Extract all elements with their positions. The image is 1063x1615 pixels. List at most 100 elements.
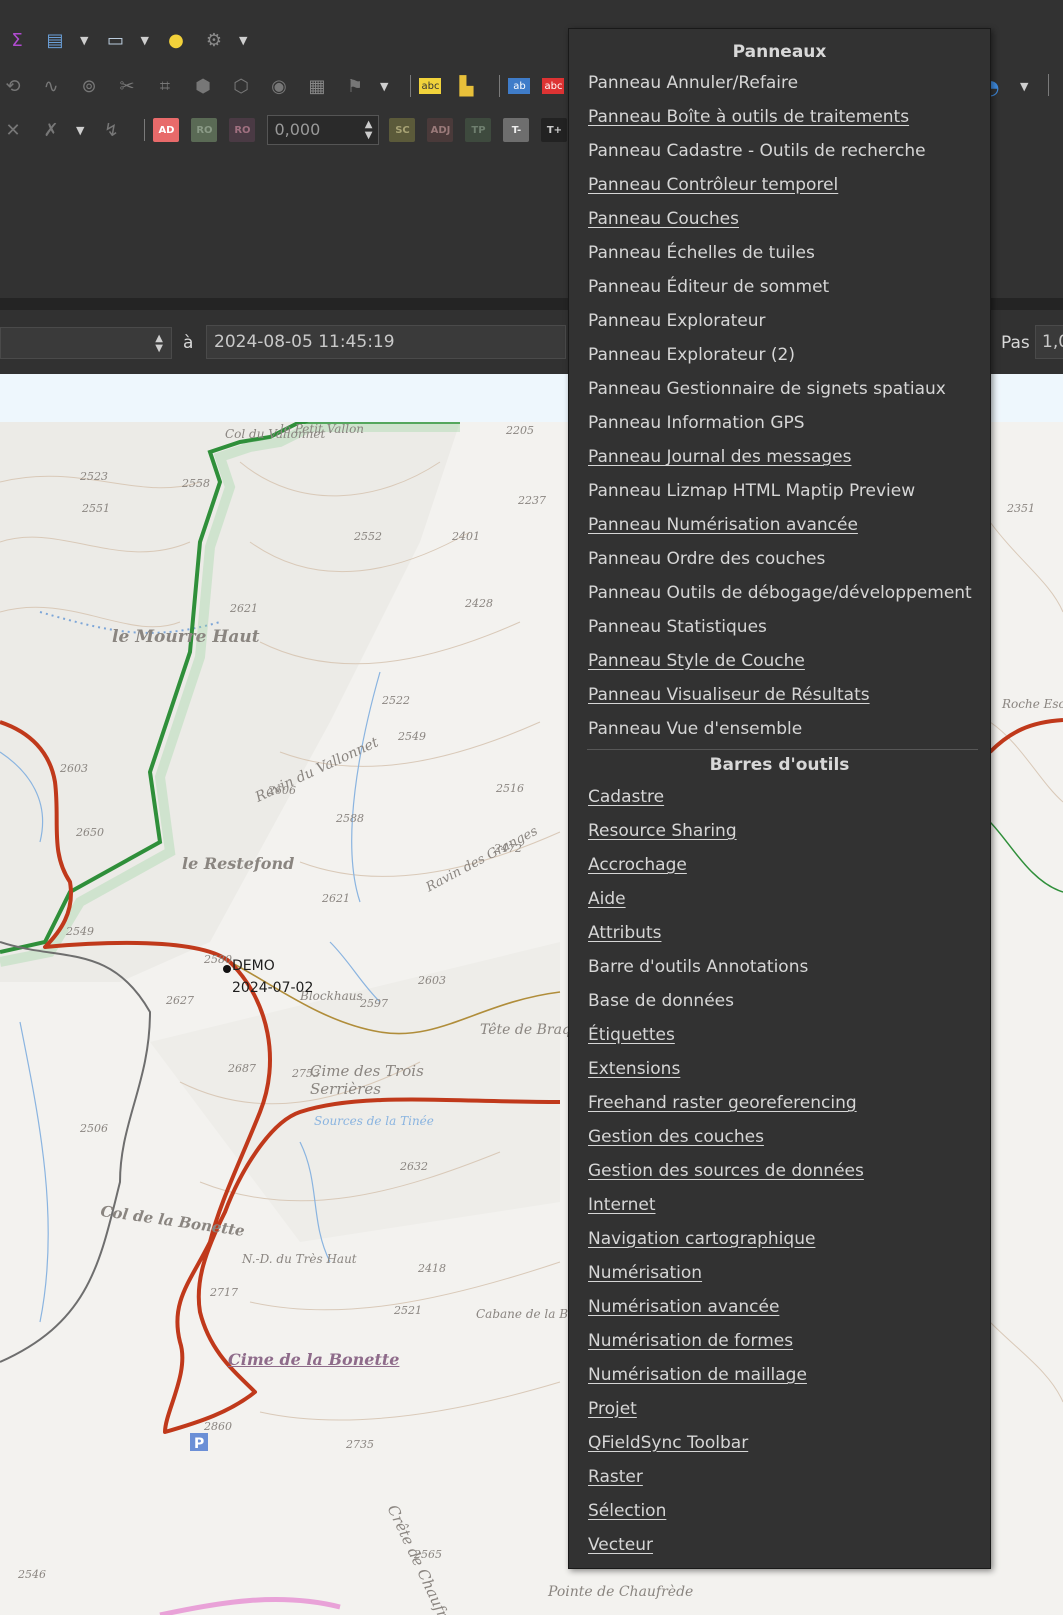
- snap-adj-button[interactable]: ADJ: [427, 118, 454, 142]
- split-parts-icon[interactable]: ⌗: [152, 73, 178, 99]
- scissors-icon[interactable]: ✕: [0, 117, 26, 143]
- menu-item-attributs[interactable]: Attributs: [588, 923, 661, 943]
- stepper-arrows-icon[interactable]: ▲ ▼: [155, 334, 163, 354]
- offset-curve-icon[interactable]: ⚑: [342, 73, 368, 99]
- map-tips-icon[interactable]: ●: [163, 27, 189, 53]
- snap-ad-button[interactable]: AD: [153, 118, 180, 142]
- menu-item-gestion-des-couches[interactable]: Gestion des couches: [588, 1127, 764, 1147]
- menu-item-panneau-couches[interactable]: Panneau Couches: [588, 209, 739, 229]
- menu-item-panneau-statistiques[interactable]: Panneau Statistiques: [588, 617, 767, 637]
- menu-item-panneau-gestionnaire-de-signets-spatiaux[interactable]: Panneau Gestionnaire de signets spatiaux: [588, 379, 946, 399]
- snap-tp-button[interactable]: TP: [465, 118, 492, 142]
- menu-item-raster[interactable]: Raster: [588, 1467, 643, 1487]
- menu-item-etiquettes[interactable]: Étiquettes: [588, 1025, 675, 1045]
- snap-sc-button[interactable]: SC: [389, 118, 416, 142]
- diagram-icon[interactable]: ▙: [453, 73, 479, 99]
- chevron-down-icon[interactable]: ▼: [239, 34, 247, 47]
- hide-label-icon[interactable]: abc: [542, 78, 565, 94]
- menu-item-aide[interactable]: Aide: [588, 889, 626, 909]
- chevron-down-icon[interactable]: ▼: [380, 80, 388, 93]
- map-label: le Restefond: [182, 854, 295, 873]
- menu-item-extensions[interactable]: Extensions: [588, 1059, 680, 1079]
- rotate-point-icon[interactable]: ◉: [266, 73, 292, 99]
- menu-item-navigation-cartographique[interactable]: Navigation cartographique: [588, 1229, 815, 1249]
- menu-item-cadastre[interactable]: Cadastre: [588, 787, 664, 807]
- menu-item-panneau-journal-des-messages[interactable]: Panneau Journal des messages: [588, 447, 851, 467]
- elevation-label: 2549: [398, 730, 426, 743]
- merge-attributes-icon[interactable]: ⬡: [228, 73, 254, 99]
- snap-tminus-button[interactable]: T-: [503, 118, 530, 142]
- start-datetime-field[interactable]: ▲ ▼: [0, 327, 172, 359]
- menu-item-panneau-explorateur[interactable]: Panneau Explorateur: [588, 311, 766, 331]
- snap-ro-button[interactable]: RO: [191, 118, 218, 142]
- menu-item-panneau-lizmap-html-maptip-preview[interactable]: Panneau Lizmap HTML Maptip Preview: [588, 481, 915, 501]
- merge-features-icon[interactable]: ⬢: [190, 73, 216, 99]
- label-abc-icon[interactable]: abc: [419, 78, 442, 94]
- attribute-table-icon[interactable]: ▤: [42, 27, 68, 53]
- menu-item-selection[interactable]: Sélection: [588, 1501, 666, 1521]
- menu-item-panneau-ordre-des-couches[interactable]: Panneau Ordre des couches: [588, 549, 825, 569]
- elevation-label: 2687: [228, 1062, 256, 1075]
- menu-item-panneau-echelles-de-tuiles[interactable]: Panneau Échelles de tuiles: [588, 243, 815, 263]
- menu-item-accrochage[interactable]: Accrochage: [588, 855, 687, 875]
- menu-item-panneau-numerisation-avancee[interactable]: Panneau Numérisation avancée: [588, 515, 858, 535]
- elevation-label: 2632: [400, 1160, 428, 1173]
- demo-point-marker[interactable]: [223, 965, 231, 973]
- map-label: le Mourre Haut: [112, 627, 260, 647]
- tracing-icon[interactable]: ↯: [98, 117, 124, 143]
- menu-item-panneau-style-de-couche[interactable]: Panneau Style de Couche: [588, 651, 805, 671]
- menu-item-freehand-raster-georeferencing[interactable]: Freehand raster georeferencing: [588, 1093, 857, 1113]
- menu-item-barre-d-outils-annotations[interactable]: Barre d'outils Annotations: [588, 957, 808, 977]
- rotate-feature-icon[interactable]: ⟲: [0, 73, 26, 99]
- menu-item-projet[interactable]: Projet: [588, 1399, 637, 1419]
- menu-item-numerisation-de-formes[interactable]: Numérisation de formes: [588, 1331, 793, 1351]
- menu-item-base-de-donnees[interactable]: Base de données: [588, 991, 734, 1011]
- pin-label-icon[interactable]: ab: [508, 78, 531, 94]
- gear-icon[interactable]: ⚙: [201, 27, 227, 53]
- menu-item-qfieldsync-toolbar[interactable]: QFieldSync Toolbar: [588, 1433, 748, 1453]
- chevron-down-icon[interactable]: ▼: [76, 124, 84, 137]
- map-label: Cime de la Bonette: [228, 1350, 400, 1369]
- elevation-label: 2552: [354, 530, 382, 543]
- trim-extend-icon[interactable]: ✗: [38, 117, 64, 143]
- add-ring-icon[interactable]: ⊚: [76, 73, 102, 99]
- measure-icon[interactable]: ▭: [102, 27, 128, 53]
- snap-ro2-button[interactable]: RO: [229, 118, 256, 142]
- stepper-arrows-icon[interactable]: ▲ ▼: [365, 119, 373, 141]
- menu-item-numerisation[interactable]: Numérisation: [588, 1263, 702, 1283]
- sigma-icon[interactable]: Σ: [4, 27, 30, 53]
- menu-item-vecteur[interactable]: Vecteur: [588, 1535, 653, 1555]
- menu-item-panneau-explorateur-2[interactable]: Panneau Explorateur (2): [588, 345, 795, 365]
- elevation-label: 2735: [346, 1438, 374, 1451]
- menu-item-panneau-editeur-de-sommet[interactable]: Panneau Éditeur de sommet: [588, 277, 829, 297]
- menu-item-internet[interactable]: Internet: [588, 1195, 656, 1215]
- end-datetime-field[interactable]: 2024-08-05 11:45:19: [206, 325, 566, 359]
- menu-item-panneau-vue-d-ensemble[interactable]: Panneau Vue d'ensemble: [588, 719, 802, 739]
- chevron-down-icon[interactable]: ▼: [140, 34, 148, 47]
- chevron-down-icon[interactable]: ▼: [1020, 80, 1028, 93]
- menu-item-panneau-cadastre-outils-de-recherche[interactable]: Panneau Cadastre - Outils de recherche: [588, 141, 926, 161]
- elevation-label: 2428: [465, 597, 493, 610]
- angle-stepper[interactable]: 0,000 ▲ ▼: [267, 115, 380, 145]
- menu-item-numerisation-de-maillage[interactable]: Numérisation de maillage: [588, 1365, 807, 1385]
- menu-item-panneau-information-gps[interactable]: Panneau Information GPS: [588, 413, 805, 433]
- simplify-icon[interactable]: ∿: [38, 73, 64, 99]
- elevation-label: 2580: [204, 953, 232, 966]
- step-input[interactable]: 1,0: [1035, 325, 1063, 359]
- menu-item-numerisation-avancee[interactable]: Numérisation avancée: [588, 1297, 779, 1317]
- split-features-icon[interactable]: ✂: [114, 73, 140, 99]
- grid-icon[interactable]: ▦: [304, 73, 330, 99]
- menu-item-panneau-visualiseur-de-resultats[interactable]: Panneau Visualiseur de Résultats: [588, 685, 870, 705]
- map-label: le Petit Vallon: [280, 422, 365, 436]
- angle-value: 0,000: [274, 120, 321, 139]
- chevron-down-icon[interactable]: ▼: [80, 34, 88, 47]
- menu-item-panneau-controleur-temporel[interactable]: Panneau Contrôleur temporel: [588, 175, 838, 195]
- menu-item-panneau-annuler-refaire[interactable]: Panneau Annuler/Refaire: [588, 73, 798, 93]
- menu-item-panneau-boite-a-outils-de-traitements[interactable]: Panneau Boîte à outils de traitements: [588, 107, 909, 127]
- menu-item-gestion-des-sources-de-donnees[interactable]: Gestion des sources de données: [588, 1161, 864, 1181]
- menu-item-resource-sharing[interactable]: Resource Sharing: [588, 821, 737, 841]
- elevation-label: 2650: [76, 826, 104, 839]
- snap-tplus-button[interactable]: T+: [541, 118, 568, 142]
- elevation-label: 2621: [230, 602, 258, 615]
- menu-item-panneau-outils-de-debogage-developpement[interactable]: Panneau Outils de débogage/développement: [588, 583, 972, 603]
